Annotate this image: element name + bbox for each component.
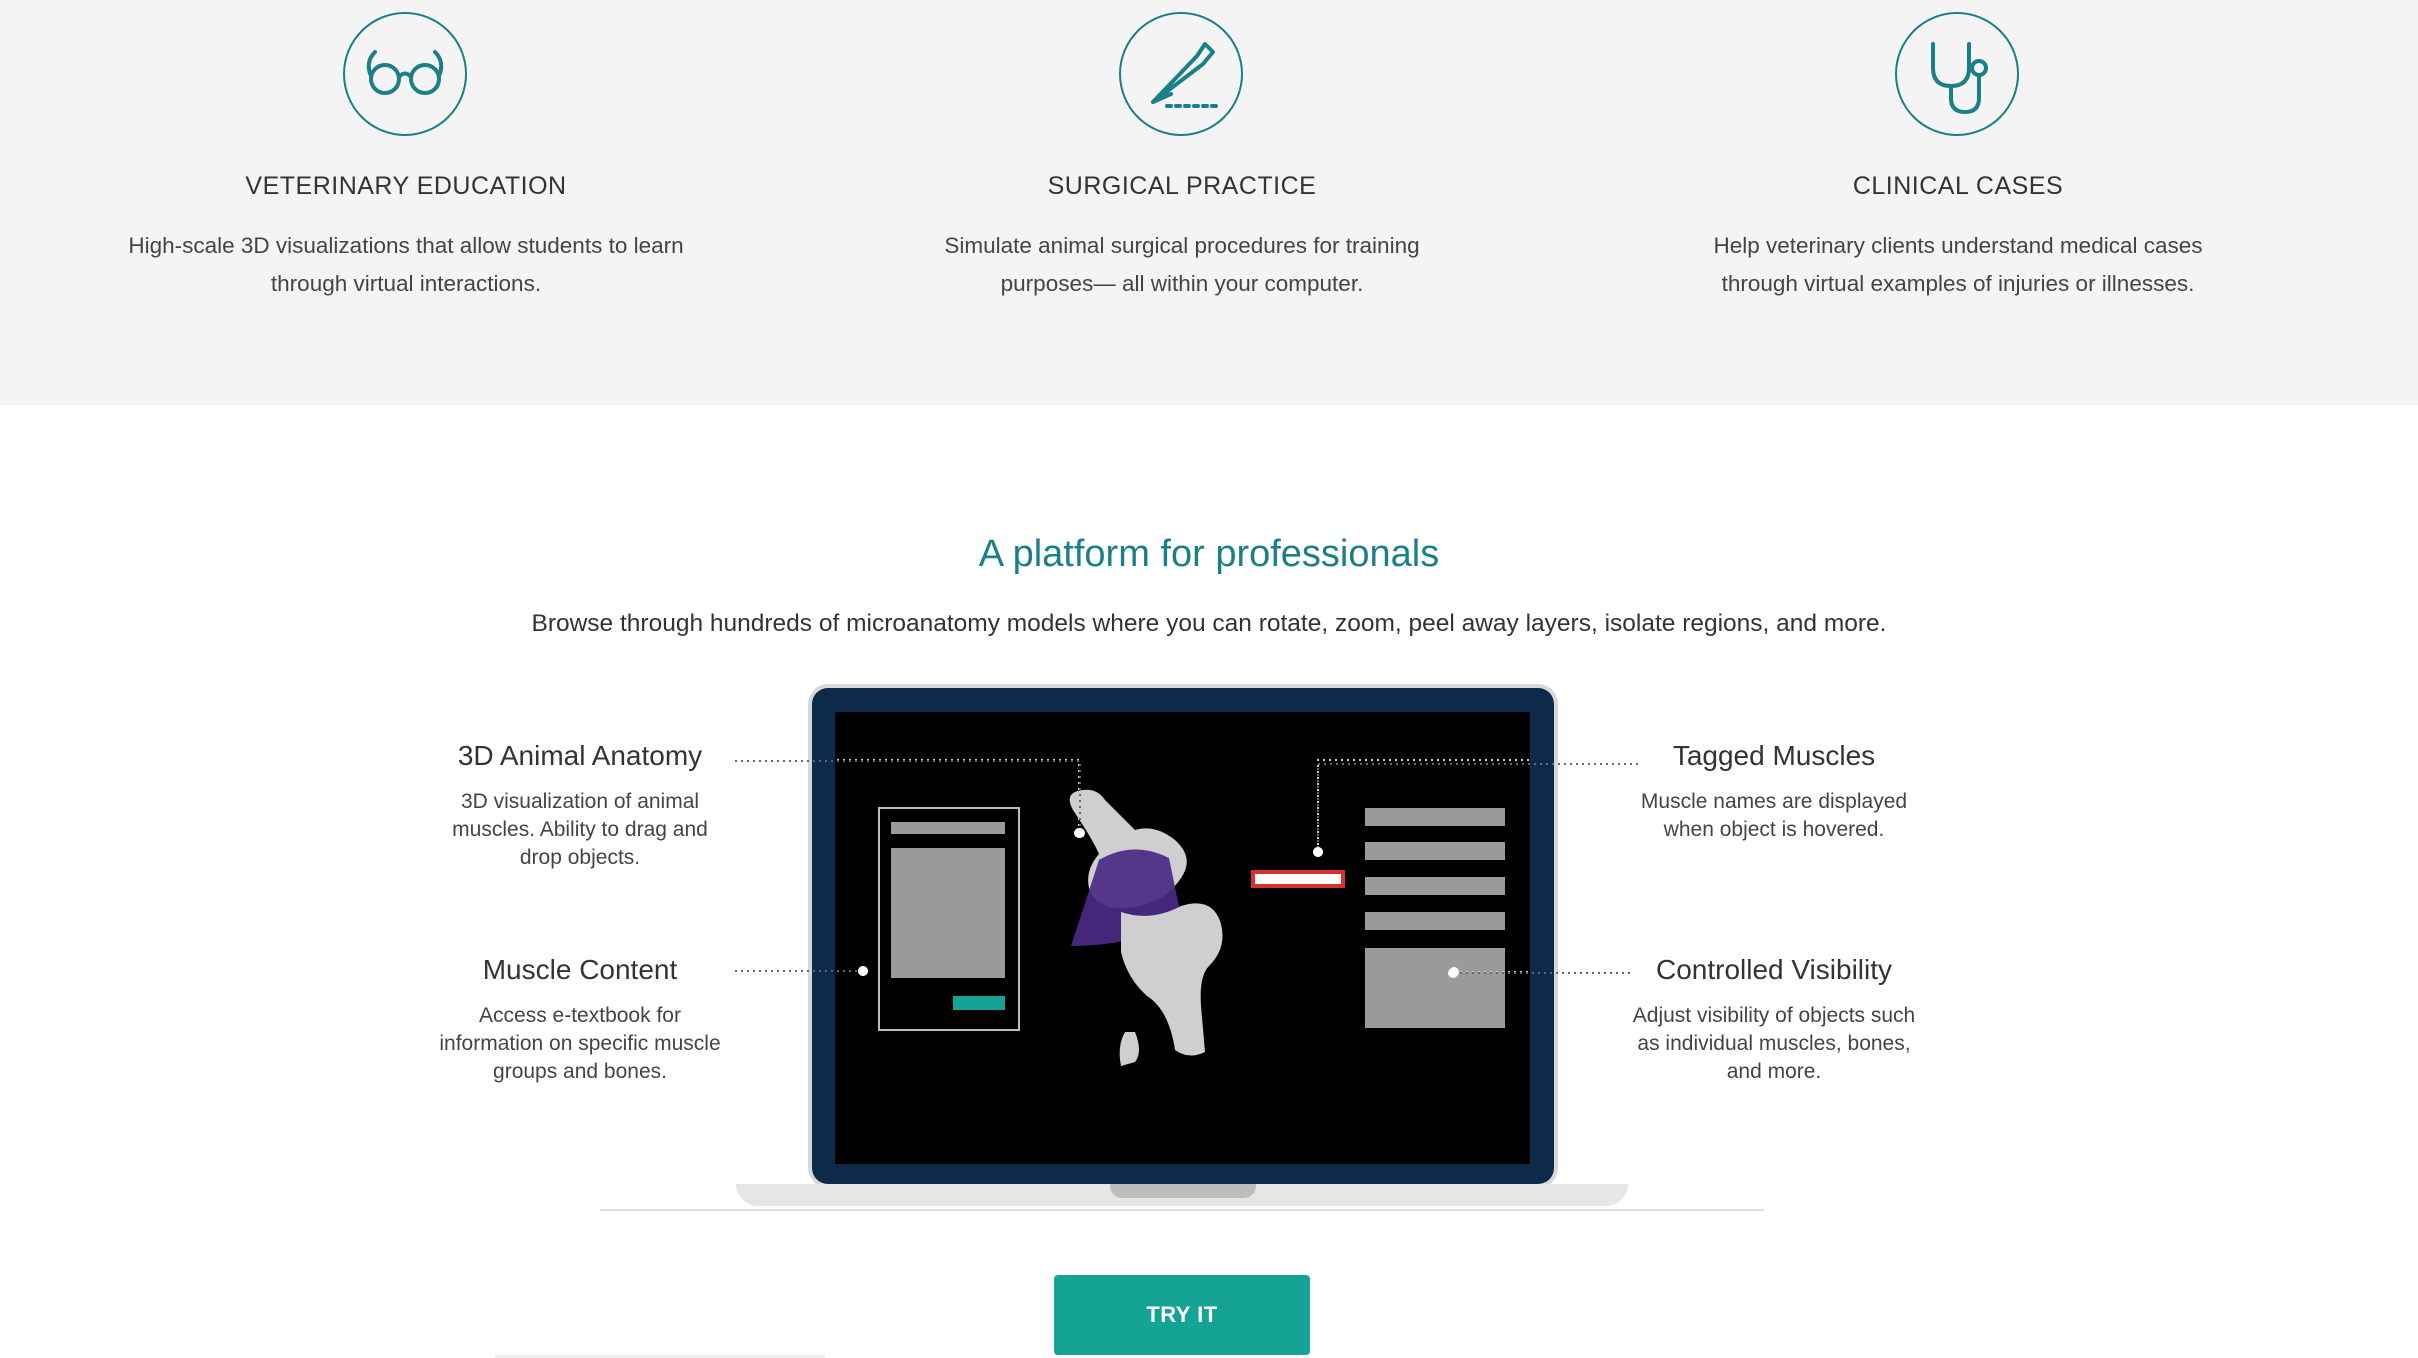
visibility-row: [1365, 877, 1505, 895]
stethoscope-icon: [1895, 12, 2019, 136]
callout-description: Adjust visibility of objects such as ind…: [1632, 1004, 1916, 1083]
visibility-row: [1365, 842, 1505, 860]
visibility-row: [1365, 912, 1505, 930]
scalpel-icon: [1119, 12, 1243, 136]
divider: [600, 1209, 1764, 1211]
callout-title: Tagged Muscles: [1672, 740, 1876, 771]
feature-description: Help veterinary clients understand medic…: [1713, 233, 2203, 296]
callout-title: Controlled Visibility: [1655, 954, 1893, 985]
try-it-button[interactable]: TRY IT: [1054, 1275, 1310, 1355]
feature-title: CLINICAL CASES: [1852, 172, 2064, 200]
section-subtitle: Browse through hundreds of microanatomy …: [531, 610, 1887, 637]
visibility-row: [1365, 808, 1505, 826]
callout-controlled-visibility: Controlled Visibility Adjust visibility …: [1624, 954, 1924, 1086]
callout-title: 3D Animal Anatomy: [457, 740, 703, 771]
feature-description: Simulate animal surgical procedures for …: [944, 233, 1420, 296]
callout-line: [1317, 759, 1530, 850]
anatomy-scene: [835, 759, 1530, 1066]
callout-tagged-muscles: Tagged Muscles Muscle names are displaye…: [1624, 740, 1924, 844]
callout-description: Muscle names are displayed when object i…: [1640, 790, 1908, 841]
feature-title: SURGICAL PRACTICE: [1047, 172, 1317, 200]
bone-model: [1069, 789, 1223, 1066]
laptop-notch: [1110, 1184, 1256, 1198]
feature-title: VETERINARY EDUCATION: [245, 172, 567, 200]
callout-line: [835, 759, 1080, 829]
features-band: VETERINARY EDUCATION High-scale 3D visua…: [0, 0, 2418, 405]
textbook-heading-bar: [891, 822, 1005, 834]
callout-description: Access e-textbook for information on spe…: [439, 1004, 721, 1083]
textbook-content-block: [891, 848, 1005, 978]
callout-muscle-content: Muscle Content Access e-textbook for inf…: [430, 954, 730, 1086]
callout-title: Muscle Content: [482, 954, 678, 985]
callout-description: 3D visualization of animal muscles. Abil…: [452, 790, 708, 869]
feature-description: High-scale 3D visualizations that allow …: [128, 233, 684, 296]
visibility-panel-block: [1365, 948, 1505, 1028]
glasses-icon: [343, 12, 467, 136]
textbook-button: [953, 996, 1005, 1010]
callout-3d-animal-anatomy: 3D Animal Anatomy 3D visualization of an…: [430, 740, 730, 872]
section-title: A platform for professionals: [978, 533, 1440, 575]
muscle-tag-label: [1251, 870, 1345, 888]
